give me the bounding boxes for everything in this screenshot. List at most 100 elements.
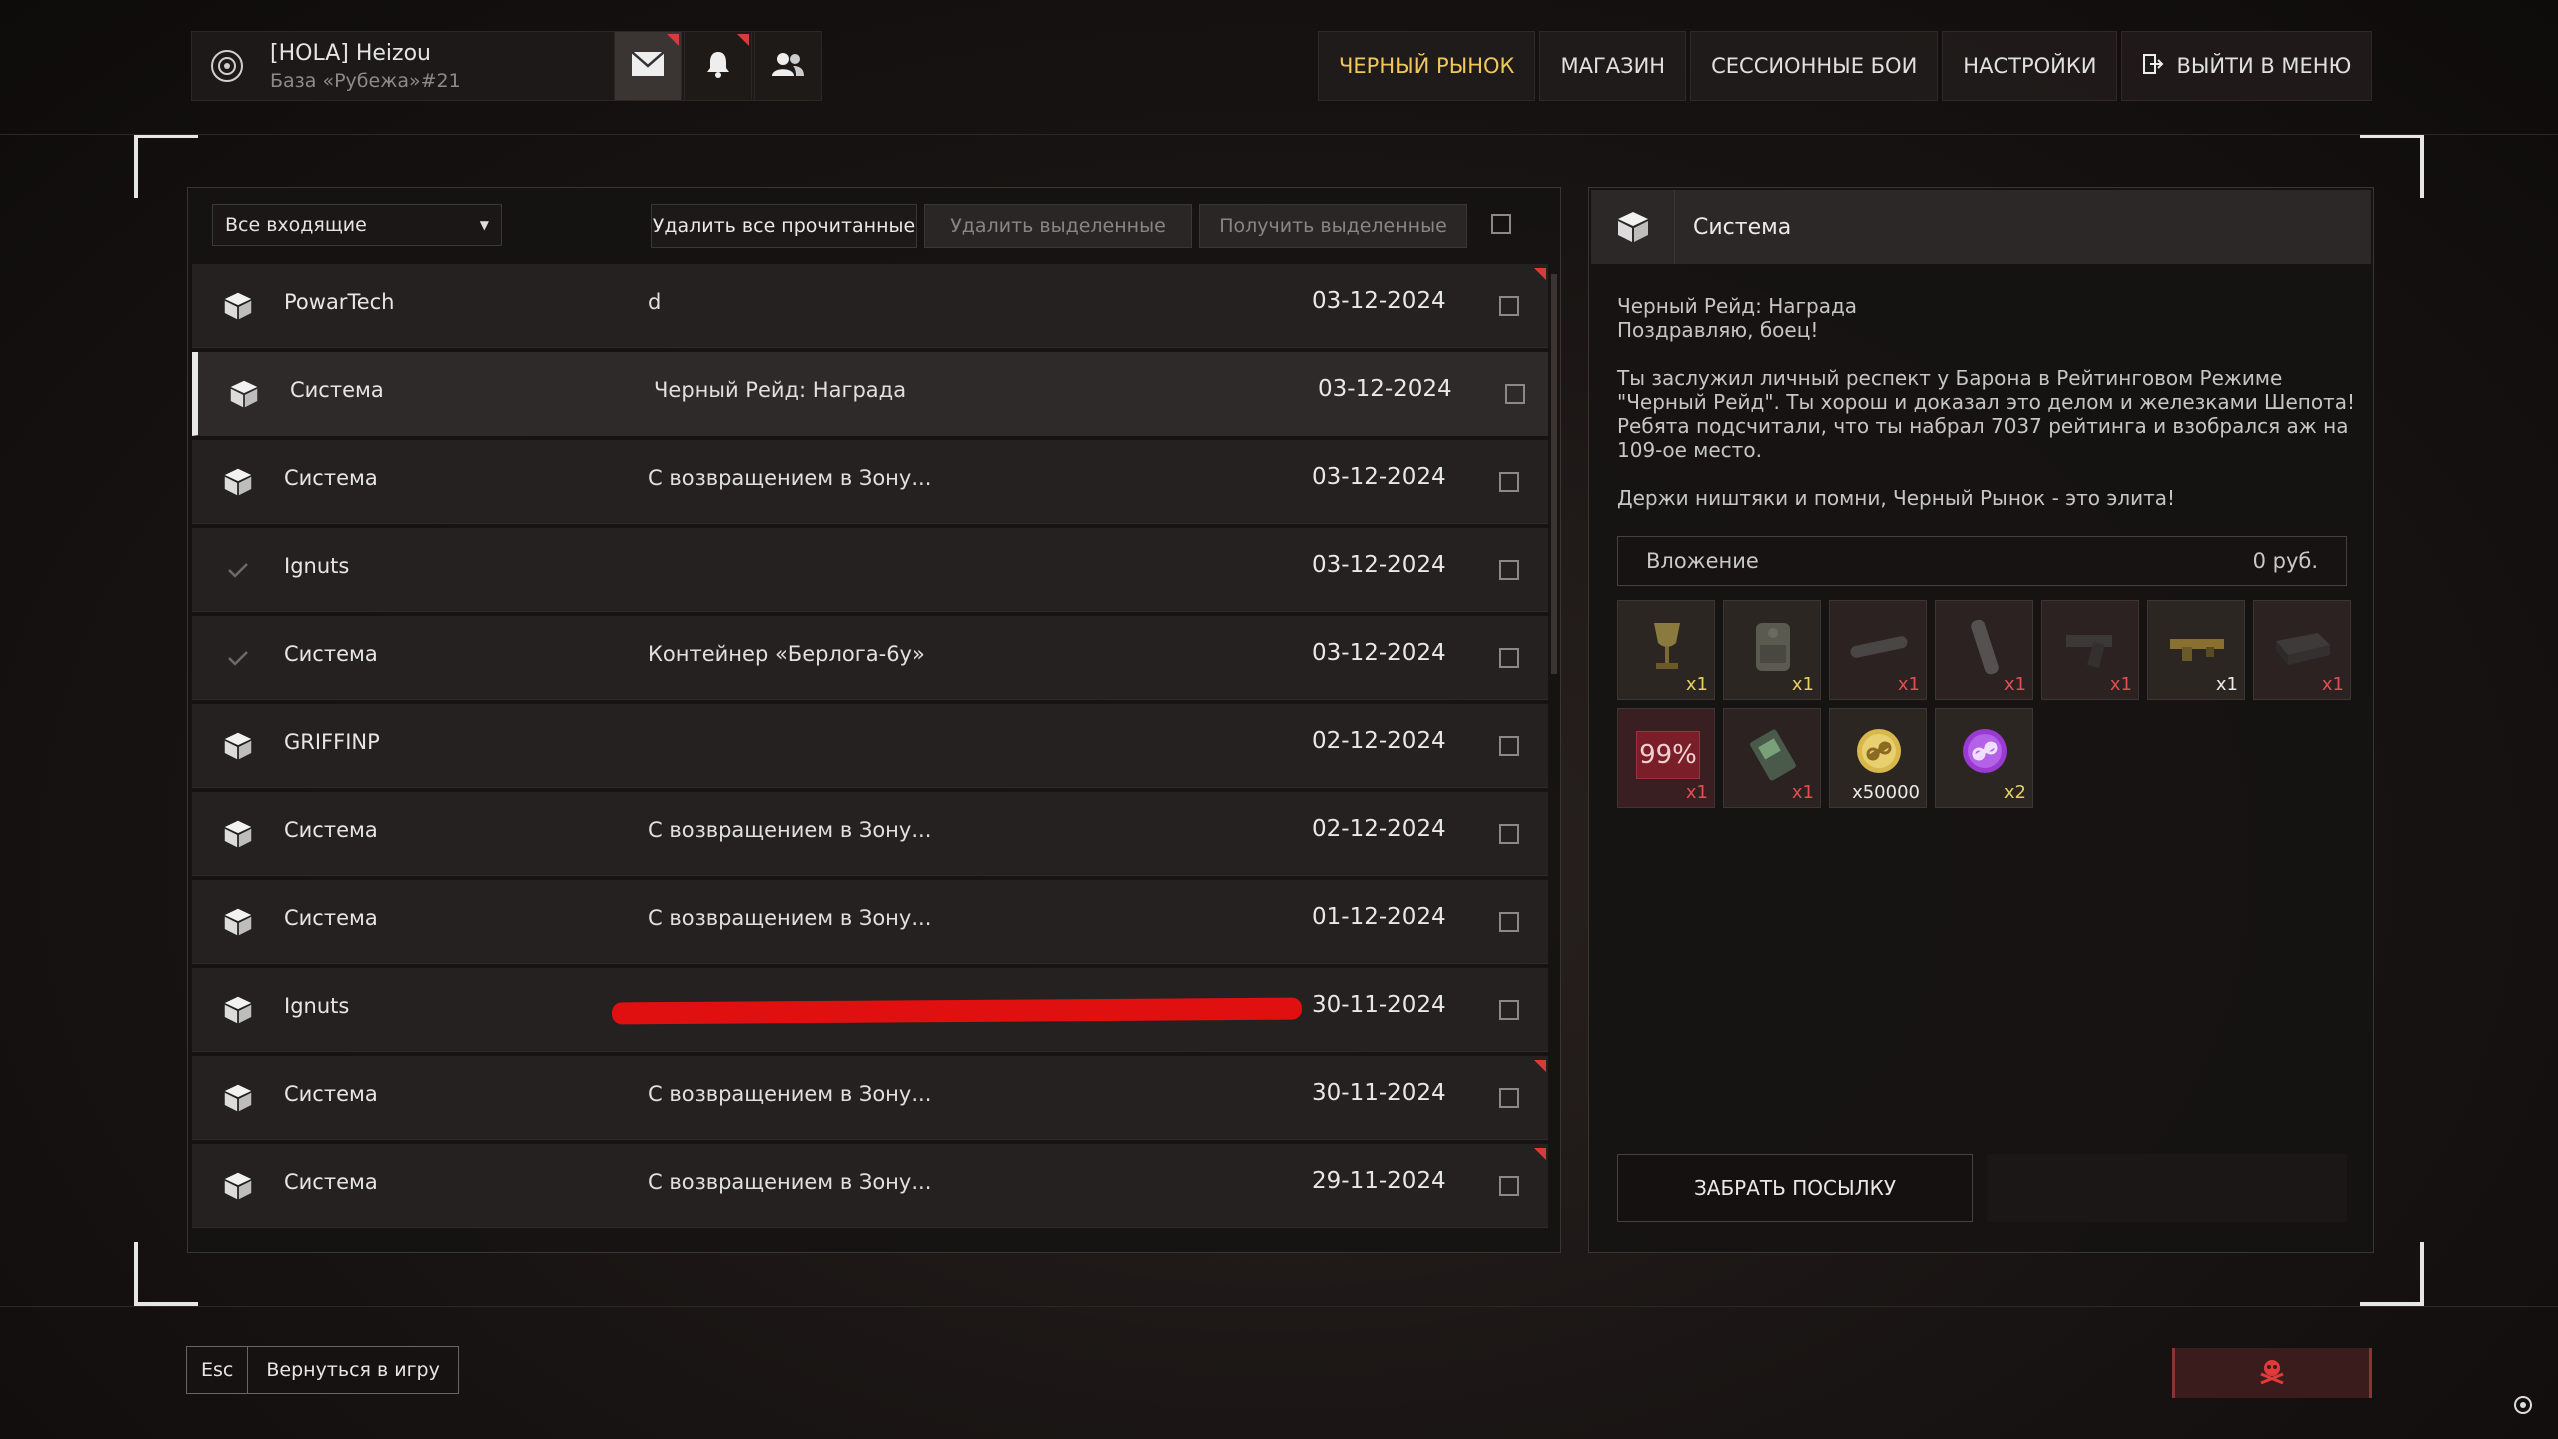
mail-date: 30-11-2024 [1312,1080,1446,1106]
mail-sender: Система [284,1170,378,1194]
attachment-item[interactable]: x50000 [1829,708,1927,808]
button-label: Удалить все прочитанные [652,215,916,237]
mail-row[interactable]: Система С возвращением в Зону... 02-12-202… [192,792,1548,876]
bell-icon [705,50,731,82]
exit-icon [2142,53,2164,80]
mail-checkbox[interactable] [1499,912,1519,932]
button-label: Удалить выделенные [950,215,1166,237]
box-icon [208,892,268,952]
mail-date: 02-12-2024 [1312,728,1446,754]
redaction-mark [611,997,1303,1025]
mail-checkbox[interactable] [1499,736,1519,756]
mail-checkbox[interactable] [1505,384,1525,404]
mail-row[interactable]: Система С возвращением в Зону... 30-11-202… [192,1056,1548,1140]
mail-checkbox[interactable] [1499,472,1519,492]
item-quantity: x50000 [1852,782,1920,803]
tube-icon [1844,615,1914,679]
mail-row[interactable]: Ignuts 03-12-2024 [192,528,1548,612]
mail-sender: PowarTech [284,290,395,314]
nav-label: МАГАЗИН [1560,54,1666,78]
notifications-button[interactable] [684,31,752,101]
main-nav: ЧЕРНЫЙ РЫНОК МАГАЗИН СЕССИОННЫЕ БОИ НАСТ… [1318,31,2373,101]
nav-shop[interactable]: МАГАЗИН [1539,31,1687,101]
mail-list-scrollbar[interactable] [1551,274,1557,674]
select-all-checkbox[interactable] [1491,214,1511,234]
skull-button[interactable] [2172,1348,2372,1398]
mail-sender: Система [284,906,378,930]
box-icon [208,1156,268,1216]
attachment-item[interactable]: x1 [1829,600,1927,700]
mail-sender: Система [290,378,384,402]
message-panel: Система Черный Рейд: Награда Поздравляю,… [1588,187,2374,1253]
attachment-item[interactable]: x1 [2253,600,2351,700]
settings-gear-icon[interactable] [2506,1388,2540,1422]
attachment-item[interactable]: x1 [2041,600,2139,700]
mail-row[interactable]: GRIFFINP 02-12-2024 [192,704,1548,788]
mail-checkbox[interactable] [1499,560,1519,580]
item-quantity: x1 [1685,674,1708,695]
item-quantity: x1 [1791,674,1814,695]
mail-sender: Система [284,642,378,666]
mail-date: 03-12-2024 [1312,640,1446,666]
mail-date: 30-11-2024 [1312,992,1446,1018]
mail-checkbox[interactable] [1499,824,1519,844]
get-selected-button[interactable]: Получить выделенные [1199,204,1467,248]
box-icon [208,1068,268,1128]
nav-black-market[interactable]: ЧЕРНЫЙ РЫНОК [1318,31,1536,101]
attachment-item[interactable]: x1 [1723,600,1821,700]
delete-read-button[interactable]: Удалить все прочитанные [651,204,917,248]
unread-flag [667,34,679,46]
message-title: Черный Рейд: Награда [1617,294,1858,318]
envelope-icon [631,51,665,81]
claim-bar-filler [1987,1154,2347,1222]
attachment-item[interactable]: x2 [1935,708,2033,808]
check-icon [208,628,268,688]
mail-row[interactable]: Система С возвращением в Зону... 03-12-202… [192,440,1548,524]
nav-settings[interactable]: НАСТРОЙКИ [1942,31,2118,101]
caret-down-icon: ▼ [479,218,489,232]
mail-checkbox[interactable] [1499,648,1519,668]
inbox-filter-select[interactable]: Все входящие ▼ [212,204,502,246]
nav-exit-to-menu[interactable]: ВЫЙТИ В МЕНЮ [2121,31,2373,101]
mail-date: 03-12-2024 [1312,552,1446,578]
mail-checkbox[interactable] [1499,1176,1519,1196]
mail-row[interactable]: Система С возвращением в Зону... 01-12-202… [192,880,1548,964]
mail-row[interactable]: Система Черный Рейд: Награда 03-12-2024 [192,352,1548,436]
item-quantity: x1 [1791,782,1814,803]
mail-subject: С возвращением в Зону... [648,1082,932,1106]
item-quantity: x1 [2109,674,2132,695]
mail-subject: С возвращением в Зону... [648,818,932,842]
friends-button[interactable] [754,31,822,101]
mail-checkbox[interactable] [1499,1000,1519,1020]
mail-sender: Ignuts [284,554,350,578]
check-icon [208,540,268,600]
cylinder-icon [1950,615,2020,679]
nav-session-battles[interactable]: СЕССИОННЫЕ БОИ [1690,31,1939,101]
return-to-game-button[interactable]: Esc Вернуться в игру [186,1346,459,1394]
mail-checkbox[interactable] [1499,296,1519,316]
mail-date: 02-12-2024 [1312,816,1446,842]
attachment-item[interactable]: x1 [1935,600,2033,700]
mail-row[interactable]: Система Контейнер «Берлога-6у» 03-12-2024 [192,616,1548,700]
mail-row[interactable]: PowarTech d 03-12-2024 [192,264,1548,348]
mail-sender: Система [284,818,378,842]
attachment-item[interactable]: x1 [1617,600,1715,700]
delete-selected-button[interactable]: Удалить выделенные [924,204,1192,248]
skull-icon [2258,1358,2286,1388]
claim-package-button[interactable]: ЗАБРАТЬ ПОСЫЛКУ [1617,1154,1973,1222]
nav-label: СЕССИОННЫЕ БОИ [1711,54,1918,78]
faction-emblem-icon [192,31,262,101]
attachment-item[interactable]: 99% x1 [1617,708,1715,808]
attachment-item[interactable]: x1 [1723,708,1821,808]
unread-flag [1534,1060,1546,1072]
mail-button[interactable] [614,31,682,101]
message-sender: Система [1693,214,1792,240]
esc-key: Esc [187,1347,249,1393]
weapon-mod-icon [2162,615,2232,679]
mail-row[interactable]: Система С возвращением в Зону... 29-11-202… [192,1144,1548,1228]
mail-checkbox[interactable] [1499,1088,1519,1108]
attachment-item[interactable]: x1 [2147,600,2245,700]
divider-top [0,134,2558,135]
mail-row[interactable]: Ignuts 30-11-2024 [192,968,1548,1052]
attachment-label: Вложение [1646,549,1759,573]
